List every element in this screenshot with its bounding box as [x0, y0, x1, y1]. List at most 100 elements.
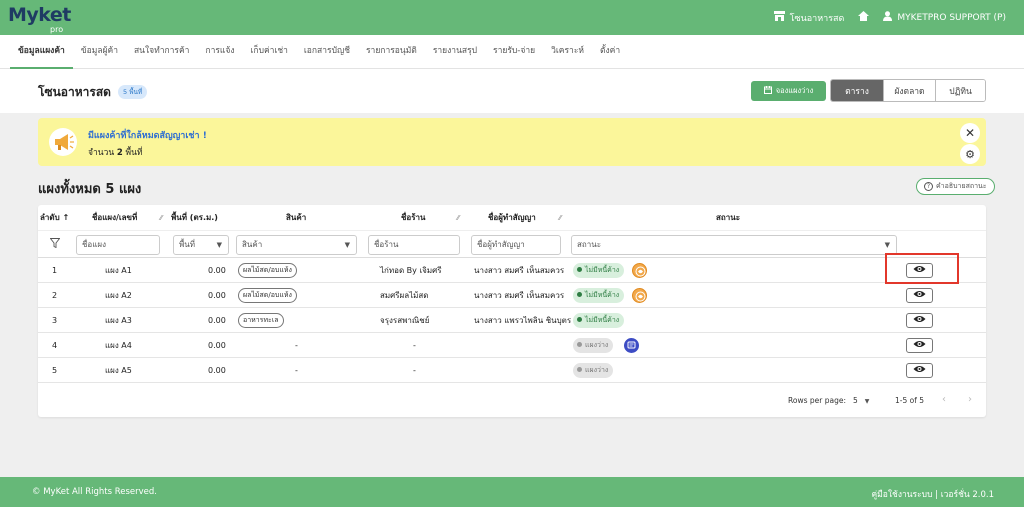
status-chip: ไม่มีหนี้ค้าง — [573, 288, 625, 303]
market-selector[interactable]: โซนอาหารสด — [773, 11, 845, 25]
chevron-down-icon: ▼ — [216, 241, 222, 249]
product-filter[interactable]: สินค้า ▼ — [236, 235, 357, 255]
nav-tab[interactable]: ตั้งค่า — [592, 35, 628, 69]
shop-name-filter[interactable]: ชื่อร้าน — [368, 235, 460, 255]
chevron-down-icon: ▼ — [344, 241, 350, 249]
eye-icon — [913, 290, 926, 301]
user-name: MYKETPRO SUPPORT (P) — [897, 12, 1006, 23]
nav-tab[interactable]: ข้อมูลผู้ค้า — [73, 35, 126, 69]
store-icon — [773, 11, 785, 24]
resize-handle-icon[interactable]: ⁄⁄ — [559, 214, 561, 222]
view-map-button[interactable]: ผังตลาด — [883, 80, 935, 101]
logo-text: Myket — [8, 4, 71, 26]
cell-shop-name: จรุงรสพาณิชย์ — [380, 316, 430, 325]
user-menu[interactable]: MYKETPRO SUPPORT (P) — [883, 11, 1006, 24]
main-nav: ข้อมูลแผงค้า ข้อมูลผู้ค้า สนใจทำการค้า การแ… — [0, 35, 1024, 69]
prev-page-icon[interactable]: ‹ — [942, 394, 946, 405]
contract-warning-icon[interactable] — [632, 263, 647, 278]
megaphone-icon — [48, 128, 78, 156]
stalls-table: ลำดับ ↑ ชื่อแผง/เลขที่ ⁄⁄ พื้นที่ (ตร.ม.… — [38, 205, 986, 417]
status-chip: แผงว่าง — [573, 338, 614, 353]
status-filter[interactable]: สถานะ ▼ — [571, 235, 897, 255]
view-stall-button[interactable] — [906, 313, 933, 328]
logo[interactable]: Myket pro — [8, 4, 71, 42]
view-stall-button[interactable] — [906, 338, 933, 353]
cell-shop-name: สมศรีผลไม้สด — [380, 291, 429, 300]
stall-name-filter[interactable]: ชื่อแผง — [76, 235, 160, 255]
area-filter[interactable]: พื้นที่ ▼ — [173, 235, 229, 255]
cell-no: 5 — [52, 366, 58, 375]
nav-tab[interactable]: วิเคราะห์ — [543, 35, 592, 69]
question-icon: ? — [924, 182, 933, 191]
footer-links[interactable]: คู่มือใช้งานระบบ | เวอร์ชั่น 2.0.1 — [872, 487, 995, 501]
cell-area: 0.00 — [208, 366, 226, 375]
column-header-status[interactable]: สถานะ — [716, 205, 740, 230]
page-range: 1-5 of 5 — [895, 396, 925, 405]
note-icon[interactable] — [624, 338, 639, 353]
eye-icon — [913, 315, 926, 326]
product-chip: ผลไม้สด/อบแห้ง — [238, 263, 297, 278]
view-calendar-button[interactable]: ปฏิทิน — [935, 80, 985, 101]
contract-warning-icon[interactable] — [632, 288, 647, 303]
cell-stall-name: แผง A1 — [105, 266, 132, 275]
table-row[interactable]: 1 แผง A1 0.00 ผลไม้สด/อบแห้ง ไก่ทอด By เจิมศ… — [38, 258, 986, 283]
gear-icon[interactable]: ⚙ — [960, 144, 980, 164]
status-help-button[interactable]: ? คำอธิบายสถานะ — [916, 178, 995, 195]
cell-no: 1 — [52, 266, 58, 275]
table-row[interactable]: 5 แผง A5 0.00 - - แผงว่าง — [38, 358, 986, 383]
view-toggle-group: ตาราง ผังตลาด ปฏิทิน — [830, 79, 986, 102]
cell-no: 2 — [52, 291, 58, 300]
next-page-icon[interactable]: › — [968, 394, 972, 405]
cell-area: 0.00 — [208, 316, 226, 325]
nav-tab[interactable]: การแจ้ง — [197, 35, 242, 69]
stalls-section-title: แผงทั้งหมด 5 แผง — [38, 182, 142, 197]
chevron-down-icon: ▼ — [864, 398, 870, 405]
resize-handle-icon[interactable]: ⁄⁄ — [160, 214, 162, 222]
column-header-tenant[interactable]: ชื่อผู้ทำสัญญา — [488, 205, 536, 230]
close-icon[interactable]: ✕ — [960, 123, 980, 143]
nav-tab[interactable]: เก็บค่าเช่า — [243, 35, 296, 69]
top-bar: Myket pro โซนอาหารสด MYKETPRO SUPPORT (P… — [0, 0, 1024, 42]
cell-shop-name: - — [413, 341, 416, 350]
reserve-stall-button[interactable]: จองแผงว่าง — [751, 81, 826, 101]
view-stall-button[interactable] — [906, 288, 933, 303]
nav-tab[interactable]: รายรับ-จ่าย — [485, 35, 543, 69]
view-stall-button[interactable] — [906, 363, 933, 378]
table-row[interactable]: 4 แผง A4 0.00 - - แผงว่าง — [38, 333, 986, 358]
filter-row: ชื่อแผง พื้นที่ ▼ สินค้า ▼ ชื่อร้าน ชื่อผู… — [38, 230, 986, 258]
user-icon — [883, 11, 893, 24]
tenant-name-filter[interactable]: ชื่อผู้ทำสัญญา — [471, 235, 561, 255]
resize-handle-icon[interactable]: ⁄⁄ — [457, 214, 459, 222]
column-header-area[interactable]: พื้นที่ (ตร.ม.) — [171, 205, 218, 230]
footer: © MyKet All Rights Reserved. คู่มือใช้งา… — [0, 477, 1024, 507]
column-header-shop[interactable]: ชื่อร้าน — [401, 205, 426, 230]
sort-arrow-icon: ↑ — [62, 213, 70, 222]
nav-tab[interactable]: รายการอนุมัติ — [358, 35, 425, 69]
cell-no: 3 — [52, 316, 58, 325]
rows-per-page-select[interactable]: 5 ▼ — [853, 396, 869, 405]
cell-stall-name: แผง A4 — [105, 341, 132, 350]
page-header: โซนอาหารสด 5 พื้นที่ จองแผงว่าง ตาราง ผั… — [0, 69, 1024, 113]
status-chip: ไม่มีหนี้ค้าง — [573, 313, 625, 328]
view-table-button[interactable]: ตาราง — [831, 80, 883, 101]
cell-tenant: นางสาว สมศรี เห็นสมควร — [474, 291, 565, 300]
table-row[interactable]: 3 แผง A3 0.00 อาหารทะเล จรุงรสพาณิชย์ นางสาว … — [38, 308, 986, 333]
nav-tab[interactable]: รายงานสรุป — [425, 35, 485, 69]
column-header-product[interactable]: สินค้า — [286, 205, 306, 230]
column-header-no[interactable]: ลำดับ ↑ — [40, 205, 69, 230]
contract-expiry-alert: มีแผงค้าที่ใกล้หมดสัญญาเช่า ! จำนวน 2 พื… — [38, 118, 986, 166]
filter-icon[interactable] — [49, 238, 61, 251]
home-icon — [858, 11, 870, 24]
market-name: โซนอาหารสด — [789, 13, 845, 24]
cell-area: 0.00 — [208, 266, 226, 275]
nav-tab[interactable]: เอกสารบัญชี — [296, 35, 358, 69]
highlight-box — [885, 253, 959, 284]
nav-tab[interactable]: สนใจทำการค้า — [126, 35, 197, 69]
nav-tab[interactable]: ข้อมูลแผงค้า — [10, 35, 73, 69]
cell-shop-name: ไก่ทอด By เจิมศรี — [380, 266, 442, 275]
home-button[interactable] — [858, 11, 870, 24]
cell-area: 0.00 — [208, 341, 226, 350]
column-header-name[interactable]: ชื่อแผง/เลขที่ — [92, 205, 137, 230]
eye-icon — [913, 365, 926, 376]
table-row[interactable]: 2 แผง A2 0.00 ผลไม้สด/อบแห้ง สมศรีผลไม้สด นาง… — [38, 283, 986, 308]
